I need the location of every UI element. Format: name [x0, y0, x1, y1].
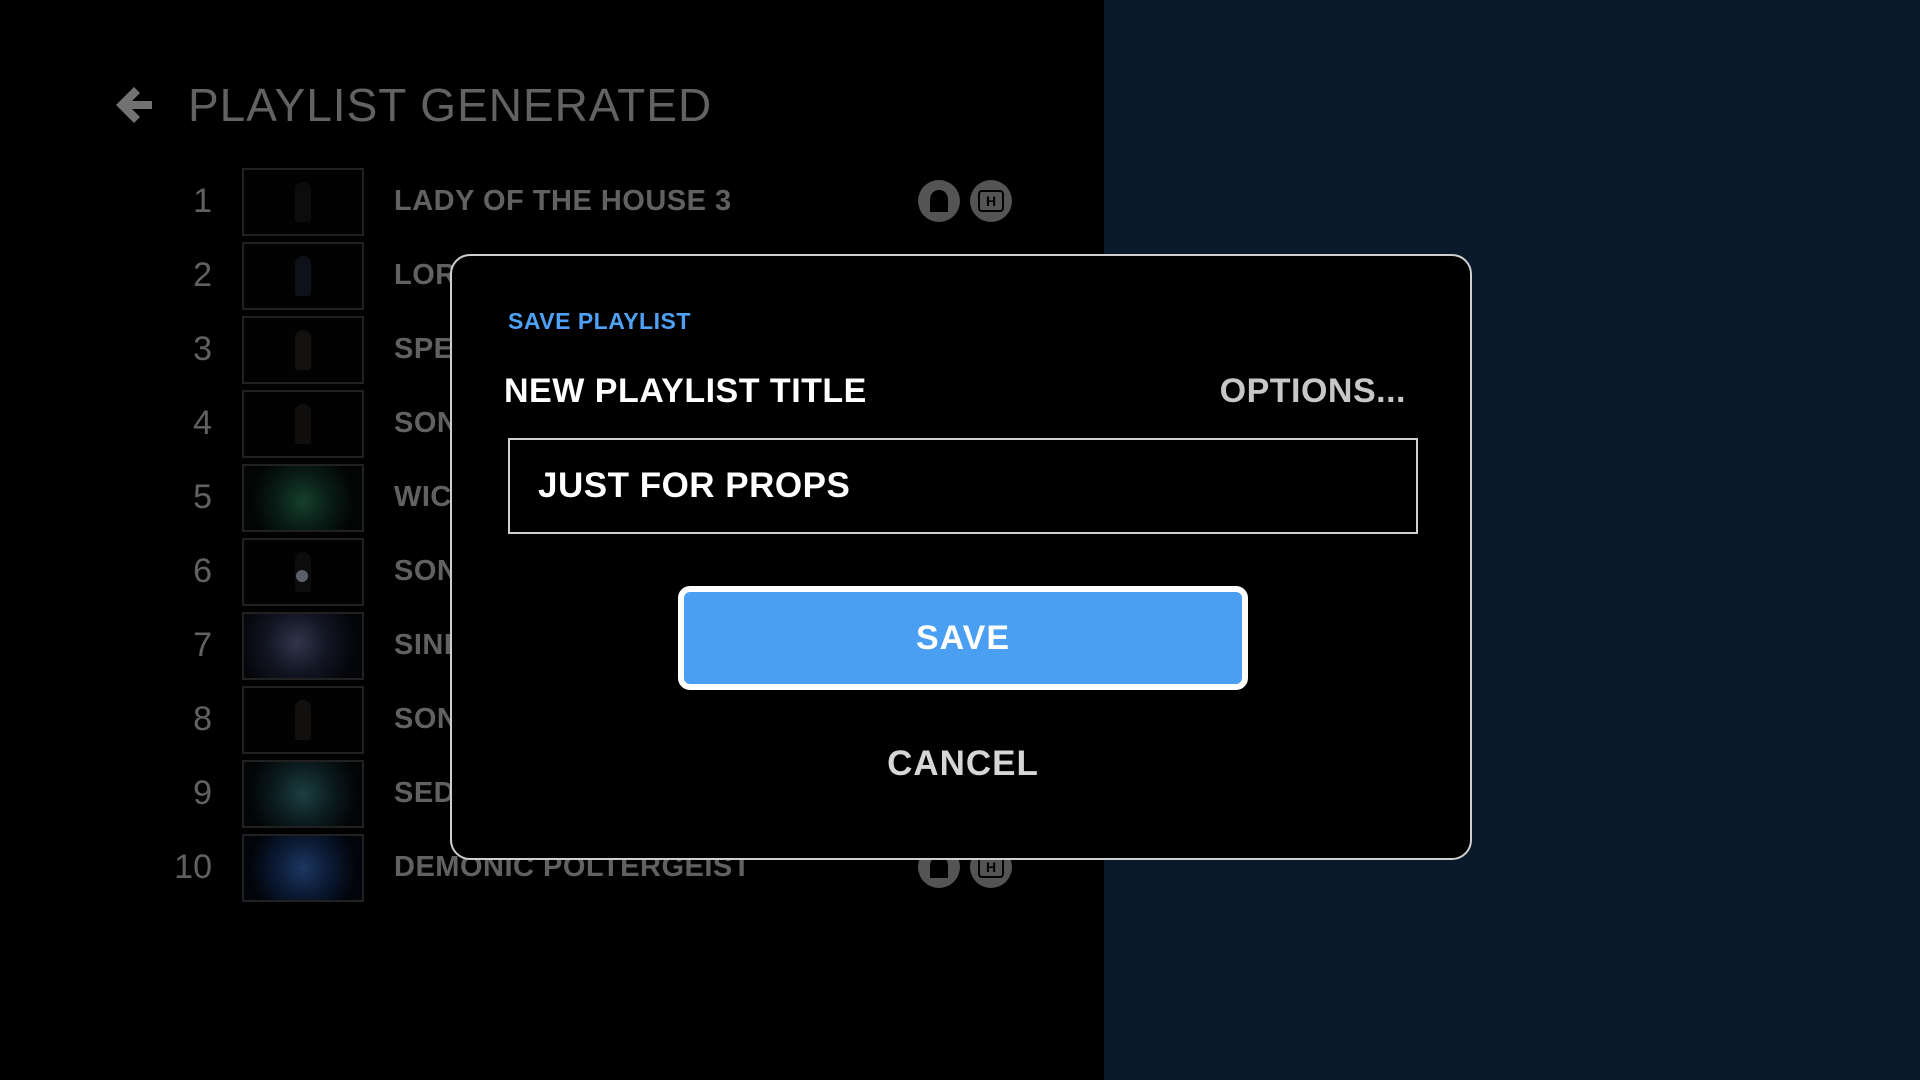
item-number: 6: [193, 552, 212, 590]
item-title: SON: [394, 555, 459, 587]
item-title: WIC: [394, 481, 452, 513]
page-title: PLAYLIST GENERATED: [188, 79, 713, 131]
item-thumbnail: [242, 316, 364, 384]
item-number: 4: [193, 404, 212, 442]
playlist-title-input[interactable]: [508, 438, 1418, 534]
item-number: 1: [193, 182, 212, 220]
h-badge-icon: H: [970, 180, 1012, 222]
item-number: 8: [193, 700, 212, 738]
item-thumbnail: [242, 242, 364, 310]
item-number: 9: [193, 774, 212, 812]
item-title: SINI: [394, 629, 453, 661]
arrow-left-icon[interactable]: [112, 83, 156, 127]
item-title: SED: [394, 777, 456, 809]
save-playlist-dialog: SAVE PLAYLIST NEW PLAYLIST TITLE OPTIONS…: [450, 254, 1472, 860]
options-link[interactable]: OPTIONS...: [1220, 372, 1406, 411]
item-title: SON: [394, 703, 459, 735]
item-number: 5: [193, 478, 212, 516]
save-button[interactable]: SAVE: [678, 586, 1248, 690]
item-badges: H: [918, 180, 1022, 222]
item-number: 7: [193, 626, 212, 664]
item-title: SPE: [394, 333, 454, 365]
item-thumbnail: [242, 612, 364, 680]
item-title: LADY OF THE HOUSE 3: [394, 185, 732, 217]
item-thumbnail: [242, 168, 364, 236]
dialog-label: SAVE PLAYLIST: [508, 308, 691, 334]
page-header: PLAYLIST GENERATED: [112, 78, 712, 132]
ghost-icon: [918, 180, 960, 222]
app-screen: PLAYLIST GENERATED 1 LADY OF THE HOUSE 3…: [0, 0, 1920, 1080]
cancel-button[interactable]: CANCEL: [813, 734, 1113, 794]
item-number: 2: [193, 256, 212, 294]
item-thumbnail: [242, 464, 364, 532]
item-title: LOR: [394, 259, 457, 291]
playlist-title-label: NEW PLAYLIST TITLE: [504, 372, 867, 410]
item-number: 3: [193, 330, 212, 368]
item-thumbnail: [242, 390, 364, 458]
item-thumbnail: [242, 760, 364, 828]
item-number: 10: [174, 848, 212, 886]
item-thumbnail: [242, 834, 364, 902]
item-thumbnail: [242, 686, 364, 754]
item-title: SON: [394, 407, 459, 439]
list-item[interactable]: 1 LADY OF THE HOUSE 3 H: [160, 166, 1040, 236]
item-thumbnail: [242, 538, 364, 606]
